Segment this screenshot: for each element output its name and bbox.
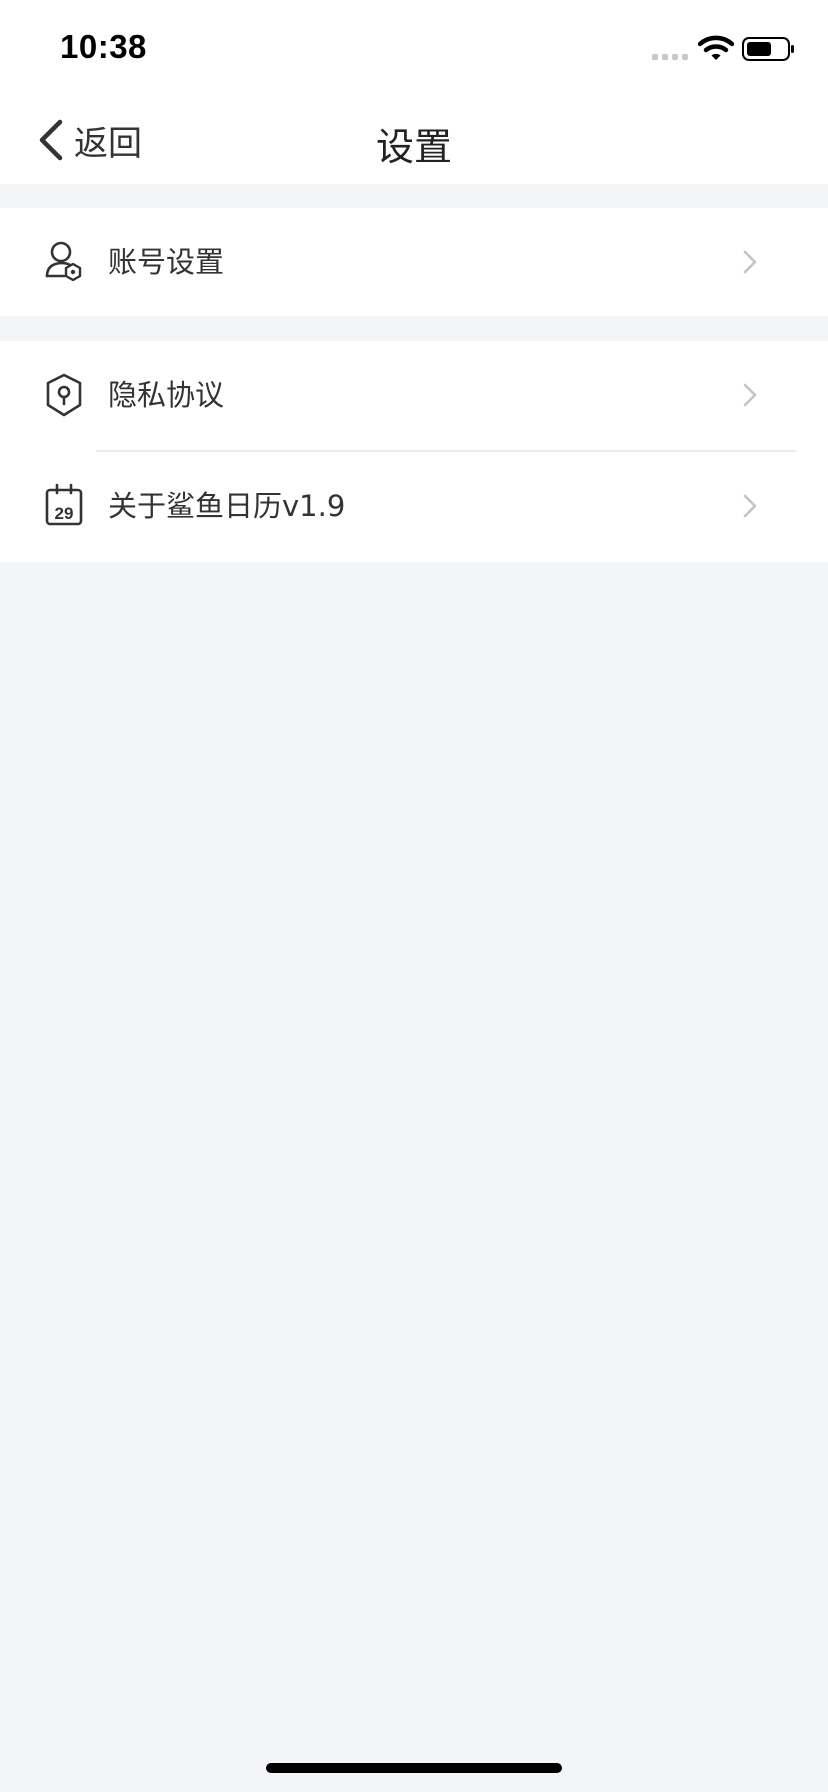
svg-text:29: 29 bbox=[55, 504, 74, 523]
page-title: 设置 bbox=[375, 125, 452, 169]
settings-group-account: 账号设置 bbox=[0, 208, 828, 316]
about-app-row[interactable]: 29 关于鲨鱼日历v1.9 bbox=[0, 452, 828, 560]
calendar-icon: 29 bbox=[45, 483, 83, 526]
home-indicator[interactable] bbox=[266, 1763, 562, 1773]
chevron-right-icon bbox=[743, 383, 757, 407]
signal-icon bbox=[652, 54, 688, 60]
user-gear-icon bbox=[45, 241, 82, 282]
settings-group-info: 隐私协议 29 关于鲨鱼日历v1.9 bbox=[0, 341, 828, 562]
status-bar: 10:38 bbox=[0, 0, 828, 94]
chevron-right-icon bbox=[743, 494, 757, 518]
about-app-label: 关于鲨鱼日历v1.9 bbox=[108, 489, 346, 523]
battery-icon bbox=[742, 37, 794, 61]
privacy-policy-label: 隐私协议 bbox=[108, 378, 225, 412]
chevron-right-icon bbox=[743, 250, 757, 274]
account-settings-label: 账号设置 bbox=[108, 245, 225, 279]
privacy-policy-row[interactable]: 隐私协议 bbox=[0, 341, 828, 449]
navigation-bar: 返回 设置 bbox=[0, 94, 828, 184]
status-time: 10:38 bbox=[60, 28, 147, 65]
wifi-icon bbox=[698, 35, 734, 60]
privacy-shield-icon bbox=[46, 373, 82, 417]
settings-screen: 10:38 返回 设置 账号设置 隐私协议 29 关于鲨鱼日历v1.9 bbox=[0, 0, 828, 1792]
account-settings-row[interactable]: 账号设置 bbox=[0, 208, 828, 316]
